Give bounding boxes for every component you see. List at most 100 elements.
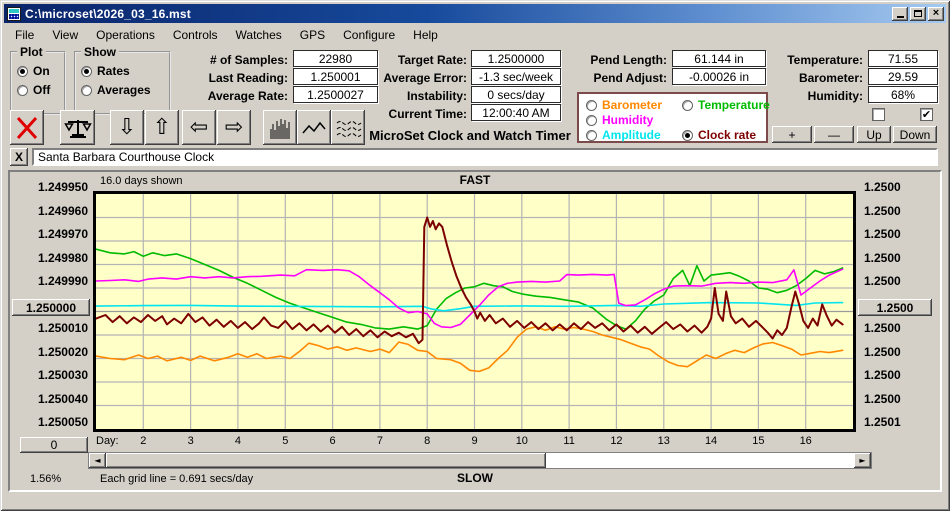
pan-left-button[interactable]: ⇦ xyxy=(182,110,216,145)
menu-bar: File View Operations Controls Watches GP… xyxy=(6,25,944,44)
humidity-radio[interactable] xyxy=(586,114,597,126)
right-axis-tick: 1.2500 xyxy=(864,274,901,288)
show-rates-radio[interactable] xyxy=(81,65,92,77)
right-axis-tick: 1.2500 xyxy=(864,344,901,359)
left-axis-tick: 1.250050 xyxy=(37,415,88,429)
clock-rate-toggle-label: Clock rate xyxy=(698,128,757,142)
day-tick-13: 13 xyxy=(657,435,670,447)
app-window: C:\microset\2026_03_16.mst × File View O… xyxy=(0,0,950,511)
left-axis-tick: 1.249980 xyxy=(37,250,88,265)
plot-off-label: Off xyxy=(33,83,51,97)
day-tick-10: 10 xyxy=(515,435,528,447)
average-rate-label: Average Rate: xyxy=(207,89,288,103)
right-arrow-icon: ⇨ xyxy=(224,115,244,140)
menu-file[interactable]: File xyxy=(6,26,43,44)
left-axis-tick: 1.249970 xyxy=(37,227,88,241)
clock-rate-radio[interactable] xyxy=(682,129,693,141)
minus-button[interactable]: — xyxy=(814,126,854,143)
scroll-right-button[interactable]: ► xyxy=(854,453,871,468)
show-averages-option[interactable]: Averages xyxy=(81,83,151,97)
balance-button[interactable] xyxy=(60,110,95,145)
temperature-radio[interactable] xyxy=(682,99,693,111)
left-checkbox[interactable] xyxy=(872,108,885,121)
shift-down-button[interactable]: ⇩ xyxy=(110,110,144,145)
plot-off-radio[interactable] xyxy=(17,84,28,96)
histogram-view-button[interactable] xyxy=(263,110,297,145)
left-axis-center-button[interactable]: 1.250000 xyxy=(12,299,90,316)
right-axis-center-button[interactable]: 1.2500 xyxy=(858,299,932,316)
scrollbar-thumb[interactable] xyxy=(106,453,547,468)
humidity-toggle-label: Humidity xyxy=(602,113,654,127)
day-tick-14: 14 xyxy=(704,435,718,447)
toggle-humidity[interactable]: Humidity xyxy=(586,113,653,127)
scroll-left-button[interactable]: ◄ xyxy=(89,453,106,468)
up-arrow-icon: ⇧ xyxy=(152,115,172,140)
left-axis-tick: 1.249990 xyxy=(37,274,88,288)
percent-note: 1.56% xyxy=(30,473,62,485)
temperature-value: 71.55 xyxy=(868,50,938,67)
plot-on-label: On xyxy=(33,64,50,78)
day-tick-8: 8 xyxy=(424,435,431,447)
left-axis-tick: 1.249960 xyxy=(37,203,88,218)
delete-button[interactable] xyxy=(10,110,44,145)
clock-name-field[interactable]: Santa Barbara Courthouse Clock xyxy=(32,148,938,166)
last-reading-label: Last Reading: xyxy=(208,71,288,85)
show-averages-label: Averages xyxy=(97,83,151,97)
plot-area[interactable] xyxy=(93,191,856,432)
barometer-radio[interactable] xyxy=(586,99,597,111)
temperature-label: Temperature: xyxy=(787,53,863,67)
down-arrow-icon: ⇩ xyxy=(117,115,137,140)
day-axis-label: Day: xyxy=(96,435,119,447)
toggle-temperature[interactable]: Temperature xyxy=(682,98,770,112)
show-groupbox: Show Rates Averages xyxy=(74,45,171,115)
grid-note: Each grid line = 0.691 secs/day xyxy=(100,473,254,485)
minimize-button[interactable] xyxy=(892,6,908,21)
days-shown-note: 16.0 days shown xyxy=(100,175,183,187)
plot-off-option[interactable]: Off xyxy=(17,83,50,97)
menu-help[interactable]: Help xyxy=(404,26,447,44)
show-averages-radio[interactable] xyxy=(81,84,92,96)
series-toggle-box: Barometer Humidity Amplitude Temperature… xyxy=(577,92,770,143)
right-axis-tick: 1.2500 xyxy=(864,227,901,241)
line-view-button[interactable] xyxy=(297,110,331,145)
instability-value: 0 secs/day xyxy=(471,86,561,103)
plus-button[interactable]: + xyxy=(772,126,812,143)
plot-on-option[interactable]: On xyxy=(17,64,50,78)
instability-label: Instability: xyxy=(406,89,467,103)
plot-groupbox: Plot On Off xyxy=(10,45,66,115)
app-caption: MicroSet Clock and Watch Timer xyxy=(369,128,571,143)
menu-view[interactable]: View xyxy=(43,26,87,44)
shift-up-button[interactable]: ⇧ xyxy=(145,110,179,145)
day-tick-12: 12 xyxy=(610,435,623,447)
day-tick-5: 5 xyxy=(282,435,289,447)
pan-right-button[interactable]: ⇨ xyxy=(217,110,251,145)
menu-operations[interactable]: Operations xyxy=(87,26,164,44)
toggle-clock-rate[interactable]: Clock rate xyxy=(682,128,756,142)
right-checkbox[interactable] xyxy=(920,108,933,121)
down-button[interactable]: Down xyxy=(893,126,937,143)
menu-controls[interactable]: Controls xyxy=(164,26,227,44)
day-tick-9: 9 xyxy=(471,435,478,447)
close-icon: × xyxy=(932,7,940,19)
left-axis-tick: 1.250040 xyxy=(37,391,88,406)
toggle-barometer[interactable]: Barometer xyxy=(586,98,662,112)
plot-group-legend: Plot xyxy=(17,45,46,59)
zero-button[interactable]: 0 xyxy=(20,437,88,453)
maximize-button[interactable] xyxy=(910,6,926,21)
red-x-icon xyxy=(16,116,38,139)
barometer-value: 29.59 xyxy=(868,68,938,85)
menu-watches[interactable]: Watches xyxy=(227,26,291,44)
menu-gps[interactable]: GPS xyxy=(291,26,334,44)
clear-name-button[interactable]: X xyxy=(10,148,28,166)
close-button[interactable]: × xyxy=(928,6,944,21)
show-rates-option[interactable]: Rates xyxy=(81,64,130,78)
title-bar[interactable]: C:\microset\2026_03_16.mst × xyxy=(4,4,946,23)
up-button[interactable]: Up xyxy=(857,126,891,143)
time-scrollbar[interactable]: ◄ ► xyxy=(88,452,872,469)
average-error-label: Average Error: xyxy=(383,71,467,85)
pend-length-value: 61.144 in xyxy=(672,50,766,67)
plot-on-radio[interactable] xyxy=(17,65,28,77)
menu-configure[interactable]: Configure xyxy=(334,26,404,44)
show-group-legend: Show xyxy=(81,45,119,59)
scroll-right-icon: ► xyxy=(859,456,866,465)
